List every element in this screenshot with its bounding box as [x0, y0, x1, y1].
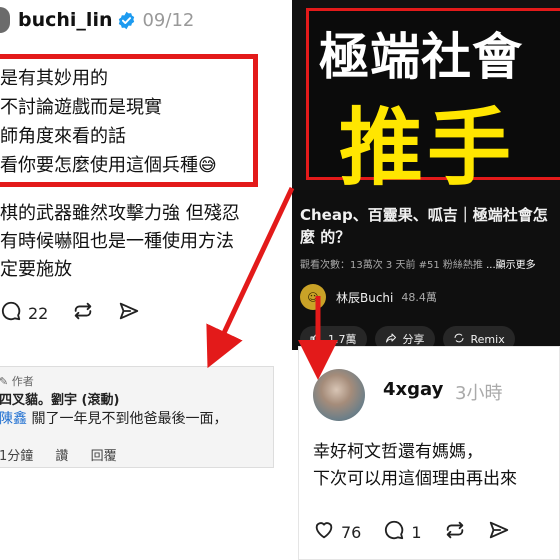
send-button[interactable] — [488, 519, 510, 545]
reply-count: 22 — [28, 303, 49, 323]
avatar[interactable] — [0, 7, 10, 33]
thumbs-up-icon — [310, 332, 328, 347]
channel-row: ☺ 林辰Buchi 48.4萬 — [300, 284, 437, 310]
thumbnail-highlight-text: 推手 — [339, 99, 516, 197]
reply-button[interactable]: 22 — [0, 300, 48, 326]
repost-button[interactable] — [72, 300, 94, 326]
share-label: 分享 — [402, 333, 425, 346]
threads-reply: 4xgay 3小時 幸好柯文哲還有媽媽， 下次可以用這個理由再出來 76 1 — [298, 346, 560, 560]
subscriber-count: 48.4萬 — [401, 291, 437, 304]
send-icon — [488, 519, 510, 545]
comment-meta: 1分鐘 讚 回覆 — [0, 445, 135, 464]
repost-icon — [72, 300, 94, 326]
pencil-icon: ✎ — [0, 375, 12, 388]
reply-time: 3小時 — [455, 383, 503, 404]
post-header: buchi_lin 09/12 — [0, 6, 194, 34]
remix-icon — [453, 332, 471, 347]
share-icon — [385, 332, 403, 347]
author-tag-label: 作者 — [11, 375, 34, 388]
thumbnail-frame: 極端社會 推手 — [306, 8, 560, 197]
video-title[interactable]: Cheap、百靈果、呱吉｜極端社會怎麼 的？ — [300, 204, 556, 248]
post-action-bar: 22 — [0, 296, 292, 330]
reply-action-bar: 76 1 — [313, 519, 532, 545]
comment-icon — [0, 300, 22, 326]
channel-avatar[interactable]: ☺ — [300, 284, 326, 310]
comment-icon — [383, 519, 405, 545]
post-date: 09/12 — [142, 9, 195, 31]
like-button[interactable]: 76 — [313, 519, 361, 545]
comment-text: 陳鑫 關了一年見不到他爸最後一面， — [0, 408, 227, 428]
post-text-continued: 棋的武器雖然攻擊力強 但殘忍 有時候嚇阻也是一種使用方法 定要施放 — [0, 200, 240, 284]
video-thumbnail[interactable]: 極端社會 推手 — [292, 0, 560, 197]
like-count: 1.7萬 — [328, 333, 357, 346]
channel-name[interactable]: 林辰Buchi — [336, 289, 393, 306]
show-more-link[interactable]: ...顯示更多 — [486, 260, 536, 271]
comment-count: 1 — [411, 522, 422, 542]
red-highlight-box — [0, 54, 258, 187]
comment-body: 關了一年見不到他爸最後一面， — [27, 411, 228, 427]
send-icon — [118, 300, 140, 326]
facebook-comment: ✎ 作者 四叉貓。劉宇 (滾動) 陳鑫 關了一年見不到他爸最後一面， 1分鐘 讚… — [0, 366, 274, 468]
reply-text: 幸好柯文哲還有媽媽， 下次可以用這個理由再出來 — [313, 439, 517, 493]
thumbnail-title-text: 極端社會 — [319, 28, 523, 86]
reply-line: 下次可以用這個理由再出來 — [313, 469, 517, 489]
reply-line: 幸好柯文哲還有媽媽， — [313, 442, 483, 462]
remix-label: Remix — [470, 332, 505, 346]
youtube-video-card: 極端社會 推手 Cheap、百靈果、呱吉｜極端社會怎麼 的？ 觀看次數：13萬次… — [292, 0, 560, 350]
heart-icon — [313, 519, 335, 545]
repost-icon — [444, 519, 466, 545]
post-line: 棋的武器雖然攻擊力強 但殘忍 — [0, 203, 240, 224]
author-tag: ✎ 作者 — [0, 373, 34, 389]
comment-mention[interactable]: 陳鑫 — [0, 411, 27, 427]
comment-button[interactable]: 1 — [383, 519, 422, 545]
comment-like-link[interactable]: 讚 — [55, 449, 68, 464]
like-count: 76 — [341, 522, 362, 542]
post-username[interactable]: buchi_lin — [18, 9, 112, 31]
share-button[interactable] — [118, 300, 140, 326]
comment-reply-link[interactable]: 回覆 — [91, 449, 117, 464]
video-meta: 觀看次數：13萬次 3 天前 #51 粉絲熱推 ...顯示更多 — [300, 256, 536, 271]
comment-time: 1分鐘 — [0, 449, 34, 464]
avatar[interactable] — [313, 369, 365, 421]
reply-username[interactable]: 4xgay — [383, 379, 443, 400]
video-stats: 觀看次數：13萬次 3 天前 #51 粉絲熱推 — [300, 260, 483, 271]
repost-button[interactable] — [444, 519, 466, 545]
comment-author-name[interactable]: 四叉貓。劉宇 (滾動) — [0, 389, 119, 408]
post-line: 定要施放 — [0, 259, 72, 280]
post-line: 有時候嚇阻也是一種使用方法 — [0, 231, 234, 252]
threads-post: buchi_lin 09/12 是有其妙用的 不討論遊戲而是現實 師角度來看的話… — [0, 0, 292, 560]
verified-badge-icon — [117, 11, 136, 30]
